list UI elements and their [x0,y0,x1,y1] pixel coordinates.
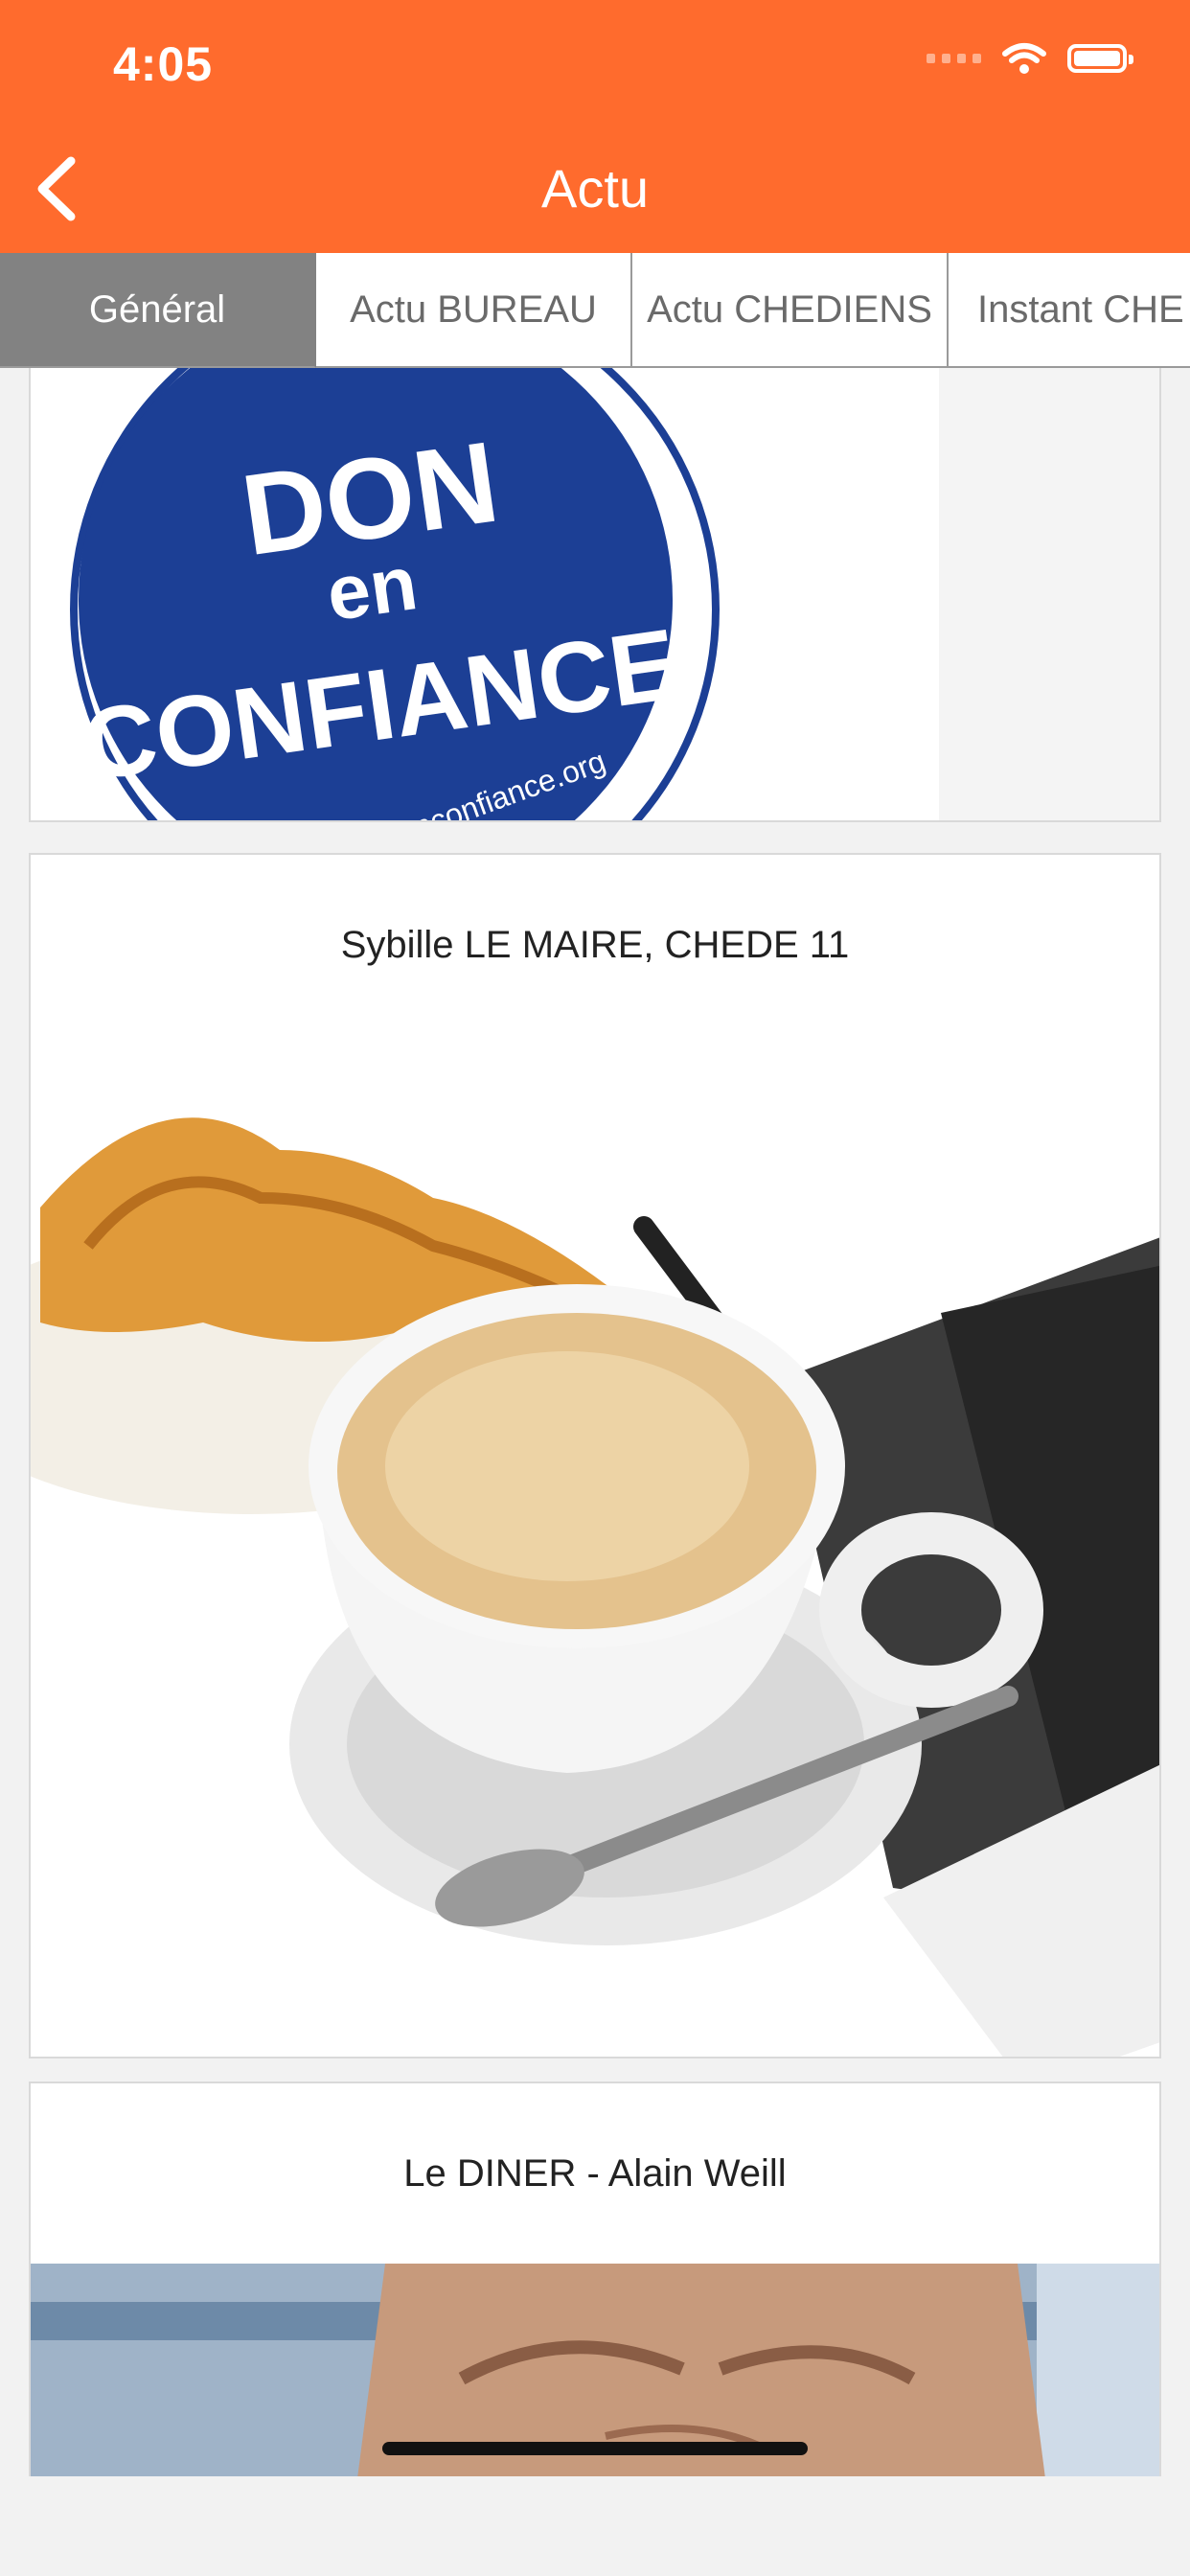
tab-bar: Général Actu BUREAU Actu CHEDIENS Instan… [0,253,1190,368]
don-en-confiance-logo: DON en CONFIANCE donenconfiance.org [31,368,1159,820]
breakfast-image [31,1035,1159,2057]
status-icons [927,42,1133,75]
news-card[interactable]: Sybille LE MAIRE, CHEDE 11 [29,853,1161,2058]
app-header: 4:05 Actu [0,0,1190,253]
home-indicator[interactable] [382,2442,808,2455]
tab-instant-che[interactable]: Instant CHE [949,253,1190,368]
news-card[interactable]: Le DINER - Alain Weill [29,2082,1161,2476]
wifi-icon [1002,43,1046,74]
news-card[interactable]: DON en CONFIANCE donenconfiance.org [29,368,1161,822]
news-feed[interactable]: DON en CONFIANCE donenconfiance.org Sybi… [0,368,1190,2476]
tab-general[interactable]: Général [0,253,316,368]
logo-text-2: en [322,540,423,636]
card-title: Sybille LE MAIRE, CHEDE 11 [340,924,850,966]
cellular-signal-icon [927,54,981,63]
status-time: 4:05 [113,37,214,91]
card-title: Le DINER - Alain Weill [403,2152,787,2195]
tab-actu-bureau[interactable]: Actu BUREAU [316,253,632,368]
battery-icon [1067,44,1133,73]
tab-actu-chediens[interactable]: Actu CHEDIENS [632,253,949,368]
page-title: Actu [540,158,650,218]
